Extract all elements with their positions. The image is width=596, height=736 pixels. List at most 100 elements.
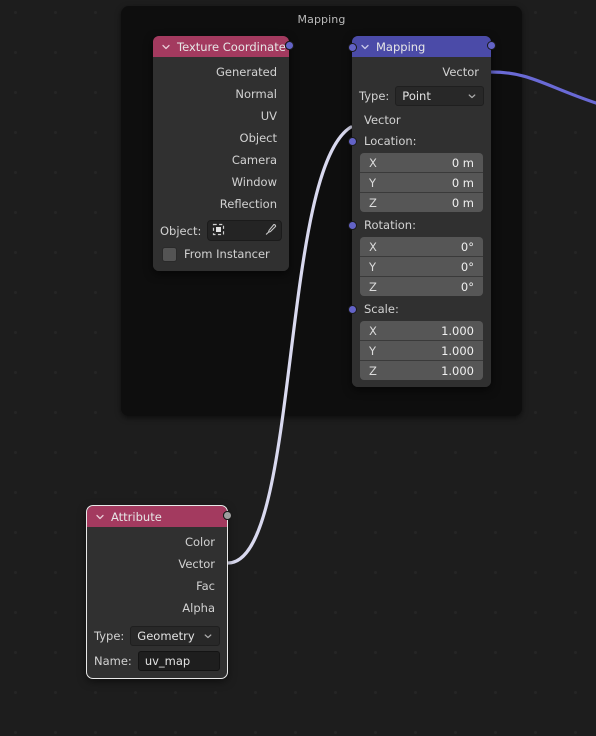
output-row-normal[interactable]: Normal — [153, 40, 294, 105]
output-label-attr-color: Color — [184, 535, 215, 549]
output-label-window: Window — [231, 175, 277, 189]
frame-label: Mapping — [297, 13, 346, 26]
node-header-mapping[interactable]: Mapping — [352, 36, 491, 57]
output-row-uv[interactable]: UV — [153, 40, 294, 127]
scale-x-axis: X — [369, 323, 377, 338]
rotation-x-value: 0° — [460, 239, 474, 254]
object-datablock-icon — [212, 221, 225, 240]
output-row-reflection[interactable]: Reflection — [153, 40, 294, 215]
output-row-attr-fac[interactable]: Fac — [87, 510, 232, 597]
location-z-field[interactable]: Z 0 m — [360, 193, 483, 212]
node-editor-canvas[interactable]: Mapping Texture Coordinate Generated Nor… — [0, 0, 596, 736]
eyedropper-icon[interactable] — [264, 221, 277, 240]
scale-y-axis: Y — [369, 343, 377, 358]
output-label-uv: UV — [260, 109, 277, 123]
mapping-type-row[interactable]: Type: Point — [352, 85, 491, 106]
scale-section-label: Scale: — [347, 299, 491, 319]
socket-output-attr-alpha[interactable] — [222, 510, 232, 520]
location-fields[interactable]: X 0 m Y 0 m Z 0 m — [360, 153, 483, 212]
output-row-camera[interactable]: Camera — [153, 40, 294, 171]
output-row-object[interactable]: Object — [153, 40, 294, 149]
socket-input-mapping-vector[interactable] — [347, 42, 357, 52]
rotation-z-field[interactable]: Z 0° — [360, 277, 483, 296]
output-label-attr-fac: Fac — [196, 579, 215, 593]
attribute-type-row[interactable]: Type: Geometry — [87, 625, 227, 646]
rotation-fields[interactable]: X 0° Y 0° Z 0° — [360, 237, 483, 296]
location-y-value: 0 m — [451, 175, 474, 190]
node-texture-coordinate[interactable]: Texture Coordinate Generated Normal UV O… — [153, 36, 294, 271]
output-row-attr-vector[interactable]: Vector — [87, 510, 232, 575]
output-row-attr-color[interactable]: Color — [87, 510, 232, 553]
output-label-camera: Camera — [231, 153, 277, 167]
output-label-reflection: Reflection — [219, 197, 277, 211]
object-field[interactable] — [207, 220, 282, 241]
rotation-y-field[interactable]: Y 0° — [360, 257, 483, 277]
output-row-window[interactable]: Window — [153, 40, 294, 193]
node-attribute[interactable]: Attribute Color Vector Fac Alpha Type: G… — [86, 505, 232, 679]
output-row-mapping-vector[interactable]: Vector — [352, 40, 496, 83]
rotation-section-label: Rotation: — [347, 215, 491, 235]
location-x-value: 0 m — [451, 155, 474, 170]
scale-y-field[interactable]: Y 1.000 — [360, 341, 483, 361]
from-instancer-row[interactable]: From Instancer — [153, 244, 289, 264]
location-x-field[interactable]: X 0 m — [360, 153, 483, 173]
socket-input-rotation[interactable] — [347, 220, 357, 230]
node-title-texture-coordinate: Texture Coordinate — [177, 39, 286, 54]
scale-y-value: 1.000 — [441, 343, 474, 358]
socket-input-location[interactable] — [347, 136, 357, 146]
output-row-attr-alpha[interactable]: Alpha — [87, 510, 232, 619]
rotation-y-axis: Y — [369, 259, 377, 274]
attribute-type-label: Type: — [94, 628, 125, 643]
scale-x-value: 1.000 — [441, 323, 474, 338]
rotation-x-field[interactable]: X 0° — [360, 237, 483, 257]
chevron-down-icon — [467, 91, 477, 101]
location-z-value: 0 m — [451, 195, 474, 210]
socket-output-reflection[interactable] — [284, 40, 294, 50]
input-row-mapping-vector[interactable]: Vector — [347, 42, 491, 131]
location-y-field[interactable]: Y 0 m — [360, 173, 483, 193]
rotation-y-value: 0° — [460, 259, 474, 274]
attribute-name-input[interactable]: uv_map — [137, 650, 220, 671]
socket-input-scale[interactable] — [347, 304, 357, 314]
node-header-attribute[interactable]: Attribute — [87, 506, 227, 527]
attribute-name-label: Name: — [94, 653, 132, 668]
attribute-type-value: Geometry — [137, 628, 195, 643]
scale-z-value: 1.000 — [441, 363, 474, 378]
from-instancer-checkbox[interactable] — [162, 246, 177, 262]
from-instancer-label: From Instancer — [184, 247, 270, 261]
chevron-down-icon[interactable] — [161, 42, 171, 52]
object-picker-row[interactable]: Object: — [153, 220, 289, 241]
output-label-attr-alpha: Alpha — [182, 601, 215, 615]
location-y-axis: Y — [369, 175, 377, 190]
node-title-attribute: Attribute — [111, 509, 162, 524]
mapping-type-dropdown[interactable]: Point — [395, 85, 484, 106]
location-section-label: Location: — [347, 131, 491, 151]
output-label-normal: Normal — [235, 87, 277, 101]
output-label-object: Object — [239, 131, 277, 145]
mapping-type-label: Type: — [359, 88, 390, 103]
chevron-down-icon[interactable] — [95, 512, 105, 522]
rotation-z-axis: Z — [369, 279, 377, 294]
output-row-generated[interactable]: Generated — [153, 40, 294, 83]
output-label-mapping-vector: Vector — [442, 65, 479, 79]
scale-z-field[interactable]: Z 1.000 — [360, 361, 483, 380]
attribute-name-value: uv_map — [144, 653, 191, 668]
rotation-x-axis: X — [369, 239, 377, 254]
scale-z-axis: Z — [369, 363, 377, 378]
chevron-down-icon[interactable] — [360, 42, 370, 52]
output-label-generated: Generated — [215, 65, 277, 79]
scale-x-field[interactable]: X 1.000 — [360, 321, 483, 341]
socket-output-mapping-vector[interactable] — [486, 40, 496, 50]
location-x-axis: X — [369, 155, 377, 170]
attribute-type-dropdown[interactable]: Geometry — [130, 625, 220, 646]
rotation-z-value: 0° — [460, 279, 474, 294]
chevron-down-icon — [203, 631, 213, 641]
node-header-texture-coordinate[interactable]: Texture Coordinate — [153, 36, 289, 57]
scale-fields[interactable]: X 1.000 Y 1.000 Z 1.000 — [360, 321, 483, 380]
attribute-name-row[interactable]: Name: uv_map — [87, 650, 227, 671]
node-title-mapping: Mapping — [376, 39, 426, 54]
mapping-type-value: Point — [402, 88, 431, 103]
output-label-attr-vector: Vector — [178, 557, 215, 571]
input-label-mapping-vector: Vector — [364, 113, 401, 127]
node-mapping[interactable]: Mapping Vector Type: Point Vector Locati… — [347, 36, 496, 387]
